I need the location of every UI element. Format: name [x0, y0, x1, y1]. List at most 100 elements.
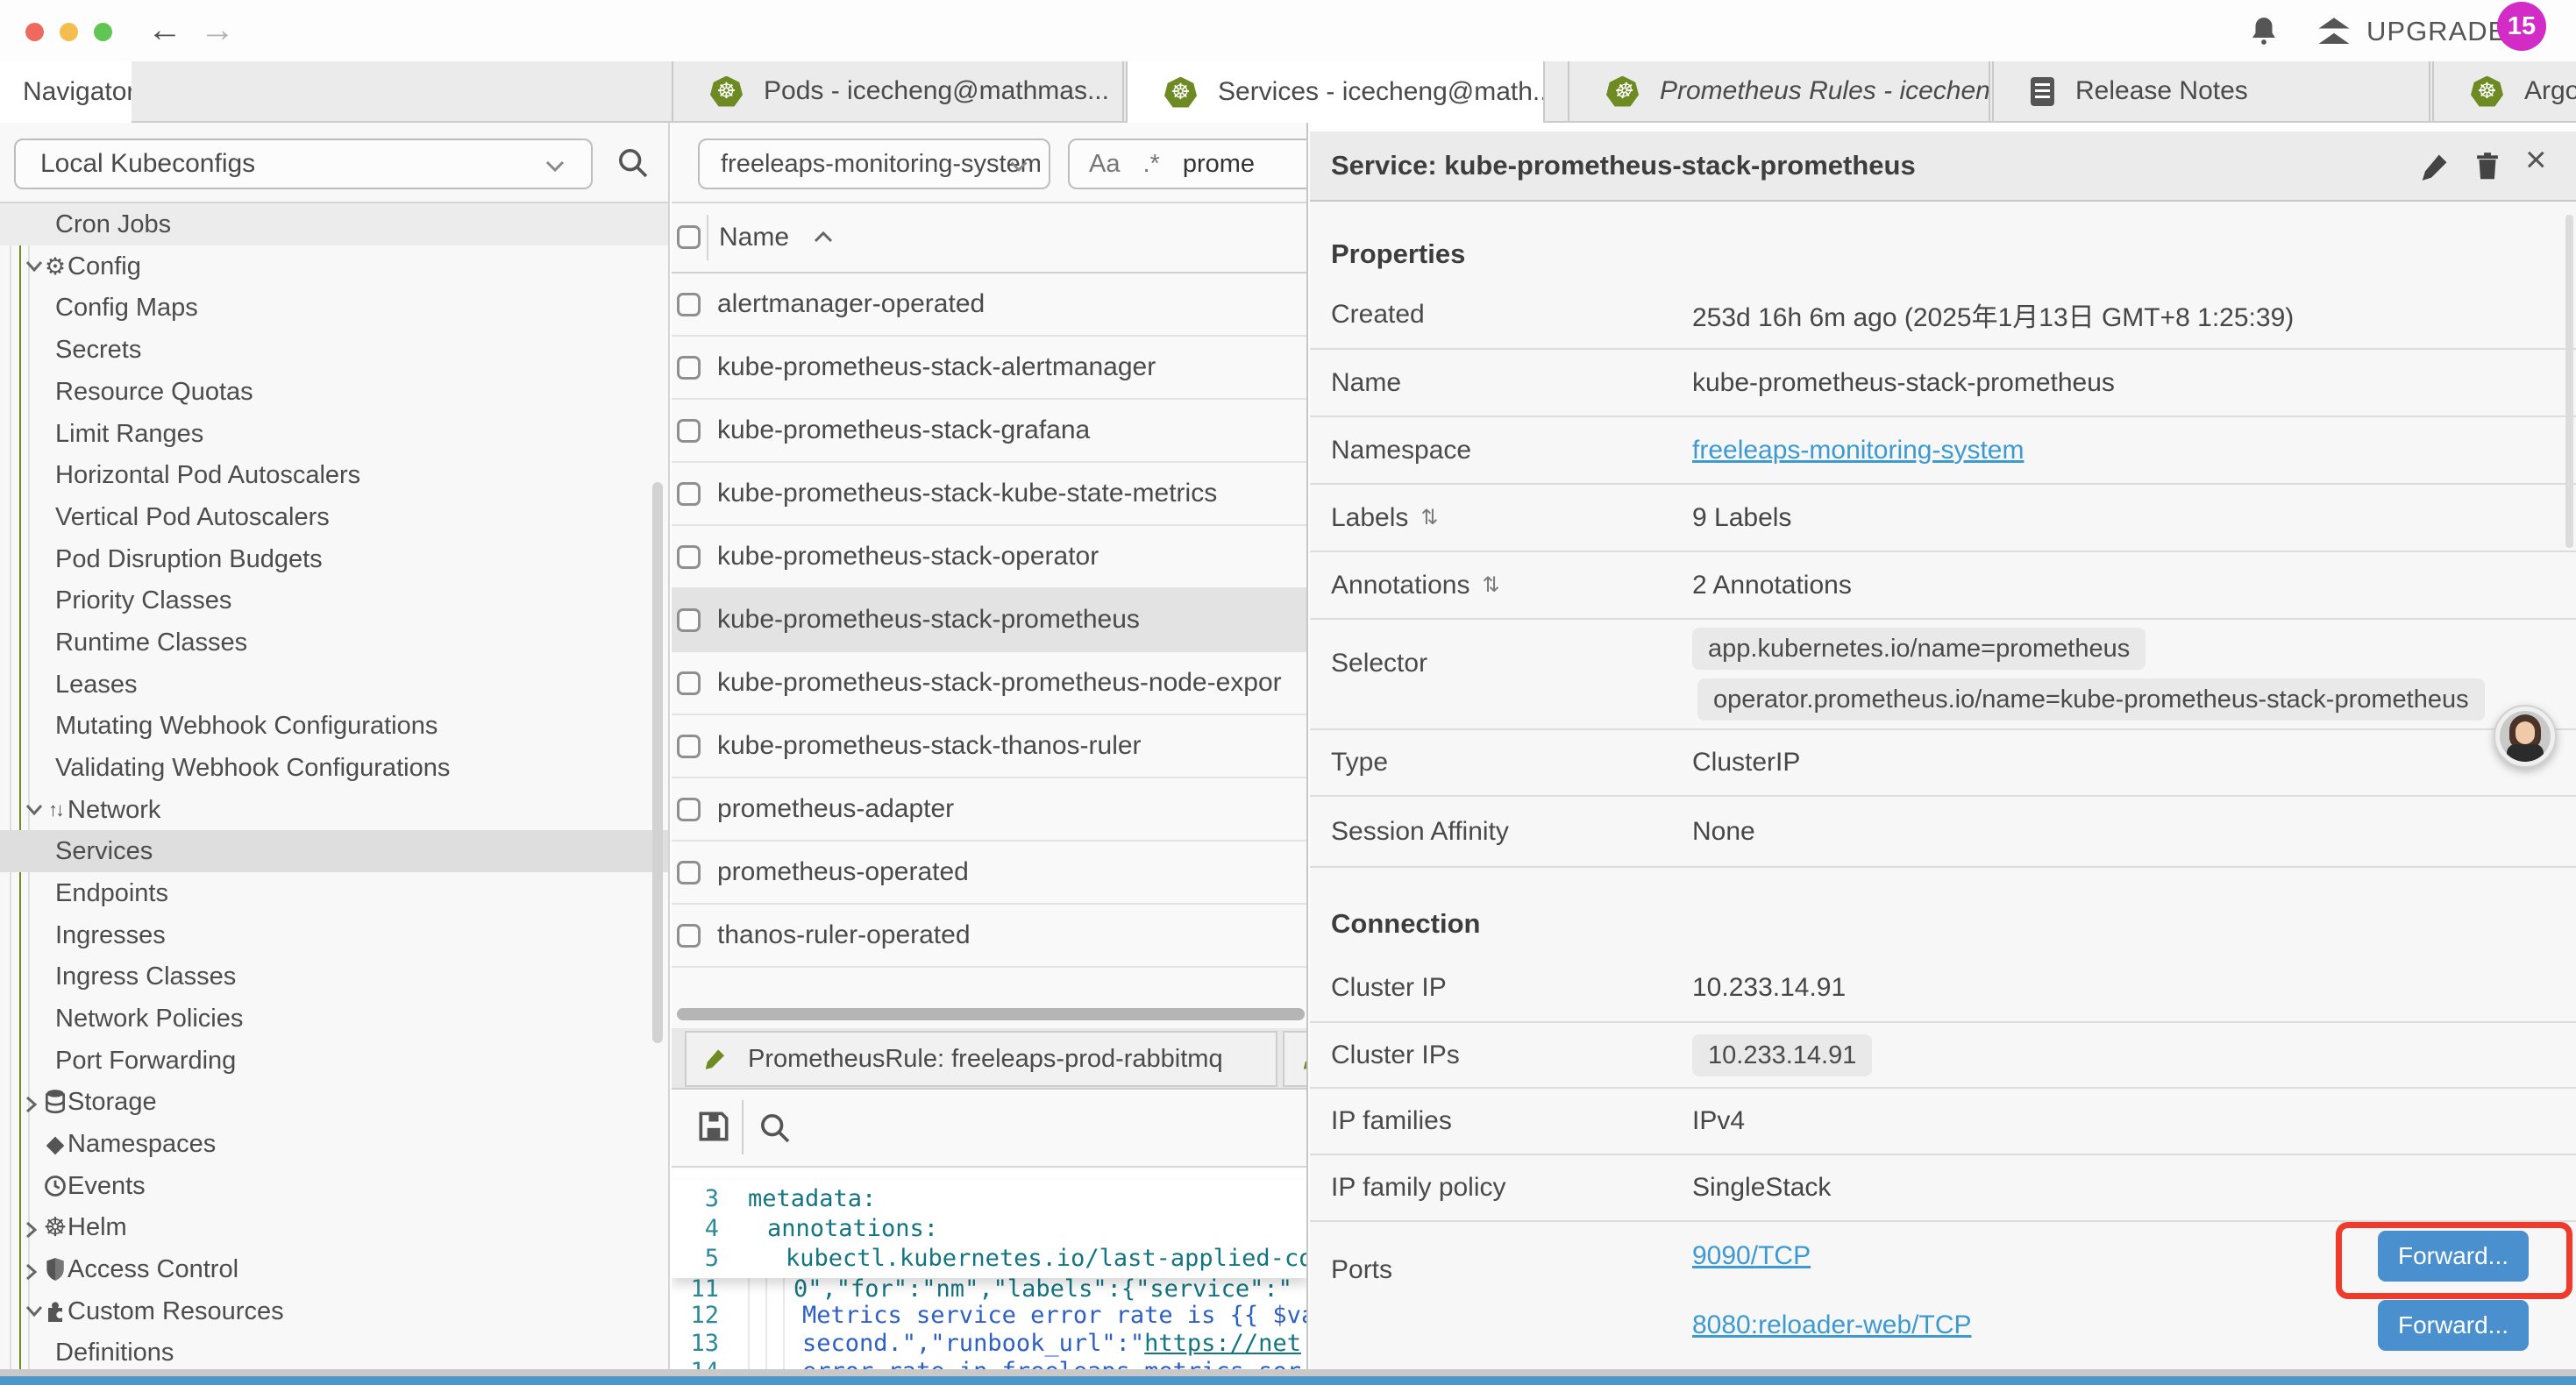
sidebar-item-events[interactable]: Events — [0, 1165, 670, 1207]
row-checkbox[interactable] — [677, 924, 701, 948]
delete-trash-icon[interactable] — [2471, 150, 2504, 183]
row-checkbox[interactable] — [677, 608, 701, 632]
sidebar-item-leases[interactable]: Leases — [0, 664, 670, 706]
table-row[interactable]: kube-prometheus-stack-thanos-ruler — [672, 715, 1308, 778]
regex-icon[interactable]: .* — [1142, 150, 1159, 179]
table-row[interactable]: kube-prometheus-stack-prometheus-node-ex… — [672, 652, 1308, 715]
row-checkbox[interactable] — [677, 545, 701, 569]
avatar[interactable] — [2494, 705, 2557, 768]
namespaces-diamond-icon: ◆ — [42, 1129, 68, 1159]
row-checkbox[interactable] — [677, 861, 701, 884]
column-header-name[interactable]: Name — [719, 203, 789, 272]
row-checkbox[interactable] — [677, 419, 701, 443]
sidebar-item-secrets[interactable]: Secrets — [0, 329, 670, 371]
yaml-editor[interactable]: 11 0","for":"nm","labels":{"service":" 3… — [672, 1168, 1308, 1385]
upgrade-button[interactable]: UPGRADE — [2316, 16, 2507, 47]
horizontal-scrollbar-thumb[interactable] — [677, 1008, 1305, 1020]
back-icon[interactable]: ← — [147, 11, 182, 50]
row-checkbox[interactable] — [677, 482, 701, 506]
scrollbar-thumb[interactable] — [652, 482, 663, 1043]
sidebar-item-config-maps[interactable]: Config Maps — [0, 287, 670, 329]
sidebar-item-priority-classes[interactable]: Priority Classes — [0, 579, 670, 621]
row-checkbox[interactable] — [677, 293, 701, 316]
sidebar-item-storage[interactable]: Storage — [0, 1081, 670, 1123]
select-all-checkbox[interactable] — [677, 225, 701, 249]
match-case-icon[interactable]: Aa — [1089, 150, 1120, 179]
kubeconfig-selector[interactable]: Local Kubeconfigs — [14, 138, 593, 189]
sidebar-item-config[interactable]: ⚙Config — [0, 245, 670, 288]
save-icon[interactable] — [694, 1107, 733, 1146]
sidebar-item-resource-quotas[interactable]: Resource Quotas — [0, 371, 670, 413]
table-row[interactable]: kube-prometheus-stack-grafana — [672, 400, 1308, 463]
sidebar-item-endpoints[interactable]: Endpoints — [0, 872, 670, 914]
row-checkbox[interactable] — [677, 356, 701, 380]
tab-argo[interactable]: ☸ Argo Se — [2432, 61, 2576, 121]
sidebar-item-vertical-pod-autoscalers[interactable]: Vertical Pod Autoscalers — [0, 496, 670, 538]
sidebar-item-ingress-classes[interactable]: Ingress Classes — [0, 955, 670, 998]
sidebar-item-cron-jobs[interactable]: Cron Jobs — [0, 203, 670, 245]
traffic-light-minimize-icon[interactable] — [60, 23, 78, 41]
tab-prometheus-rules[interactable]: ☸ Prometheus Rules - icecheng... — [1568, 61, 1990, 121]
search-icon[interactable] — [616, 146, 651, 181]
sidebar-item-validating-webhook-configurations[interactable]: Validating Webhook Configurations — [0, 747, 670, 789]
table-row[interactable]: alertmanager-operated — [672, 273, 1308, 337]
sidebar-item-port-forwarding[interactable]: Port Forwarding — [0, 1040, 670, 1082]
sidebar-item-pod-disruption-budgets[interactable]: Pod Disruption Budgets — [0, 538, 670, 580]
sidebar-item-ingresses[interactable]: Ingresses — [0, 914, 670, 956]
close-icon[interactable]: × — [2525, 138, 2547, 181]
upgrade-label: UPGRADE — [2366, 16, 2507, 47]
filter-input[interactable]: Aa .* prome — [1068, 138, 1308, 189]
editor-tab-secondary[interactable] — [1283, 1031, 1308, 1087]
expand-collapse-icon[interactable]: ⇅ — [1482, 572, 1499, 598]
sidebar-item-services[interactable]: Services — [0, 830, 670, 872]
edit-pencil-icon[interactable] — [2418, 150, 2451, 183]
sort-ascending-icon[interactable] — [812, 230, 835, 245]
traffic-light-close-icon[interactable] — [25, 23, 44, 41]
table-row[interactable]: thanos-ruler-operated — [672, 905, 1308, 968]
sidebar-item-access-control[interactable]: Access Control — [0, 1248, 670, 1290]
sidebar-item-mutating-webhook-configurations[interactable]: Mutating Webhook Configurations — [0, 705, 670, 747]
table-row[interactable]: kube-prometheus-stack-kube-state-metrics — [672, 463, 1308, 526]
forward-button-8080[interactable]: Forward... — [2378, 1300, 2529, 1351]
tab-services[interactable]: ☸ Services - icecheng@math... × — [1126, 61, 1545, 123]
row-checkbox[interactable] — [677, 735, 701, 758]
sidebar-item-runtime-classes[interactable]: Runtime Classes — [0, 621, 670, 664]
sidebar-item-limit-ranges[interactable]: Limit Ranges — [0, 413, 670, 455]
port-link-9090[interactable]: 9090/TCP — [1692, 1241, 1811, 1271]
clock-icon — [42, 1171, 68, 1201]
table-row[interactable]: prometheus-adapter — [672, 778, 1308, 842]
port-link-8080[interactable]: 8080:reloader-web/TCP — [1692, 1310, 1972, 1340]
sidebar-item-horizontal-pod-autoscalers[interactable]: Horizontal Pod Autoscalers — [0, 454, 670, 496]
forward-icon[interactable]: → — [200, 11, 235, 50]
tab-navigator[interactable]: Navigator — [0, 61, 132, 123]
editor-tab-prometheusrule[interactable]: PrometheusRule: freeleaps-prod-rabbitmq — [685, 1031, 1277, 1087]
row-checkbox[interactable] — [677, 798, 701, 821]
sidebar-item-definitions[interactable]: Definitions — [0, 1332, 670, 1374]
notification-count-badge[interactable]: 15 — [2497, 2, 2546, 51]
scrollbar-thumb[interactable] — [2565, 215, 2573, 548]
table-row-selected[interactable]: kube-prometheus-stack-prometheus — [672, 589, 1308, 652]
row-checkbox[interactable] — [677, 671, 701, 695]
table-row[interactable]: kube-prometheus-stack-alertmanager — [672, 337, 1308, 400]
tab-release-notes[interactable]: Release Notes — [1992, 61, 2430, 121]
sidebar-item-namespaces[interactable]: ◆Namespaces — [0, 1123, 670, 1165]
kubernetes-icon: ☸ — [2471, 76, 2503, 107]
traffic-light-zoom-icon[interactable] — [94, 23, 112, 41]
chevron-right-icon[interactable] — [23, 1261, 40, 1283]
chevron-right-icon[interactable] — [23, 1218, 40, 1241]
namespace-link[interactable]: freeleaps-monitoring-system — [1692, 436, 2024, 465]
sidebar-item-network[interactable]: ↑↓Network — [0, 789, 670, 831]
namespace-selector[interactable]: freeleaps-monitoring-system — [698, 138, 1050, 189]
runbook-url-link[interactable]: https://net — [1144, 1330, 1301, 1357]
table-row[interactable]: kube-prometheus-stack-operator — [672, 526, 1308, 589]
editor-search-icon[interactable] — [758, 1111, 793, 1146]
sidebar-item-network-policies[interactable]: Network Policies — [0, 998, 670, 1040]
editor-tab-strip: PrometheusRule: freeleaps-prod-rabbitmq — [672, 1028, 1308, 1090]
chevron-right-icon[interactable] — [23, 1093, 40, 1116]
expand-collapse-icon[interactable]: ⇅ — [1420, 505, 1438, 530]
tab-pods[interactable]: ☸ Pods - icecheng@mathmas... — [672, 61, 1124, 121]
sidebar-item-helm[interactable]: ☸Helm — [0, 1206, 670, 1248]
notifications-bell-icon[interactable] — [2247, 14, 2281, 49]
table-row[interactable]: prometheus-operated — [672, 842, 1308, 905]
sidebar-item-custom-resources[interactable]: Custom Resources — [0, 1290, 670, 1332]
